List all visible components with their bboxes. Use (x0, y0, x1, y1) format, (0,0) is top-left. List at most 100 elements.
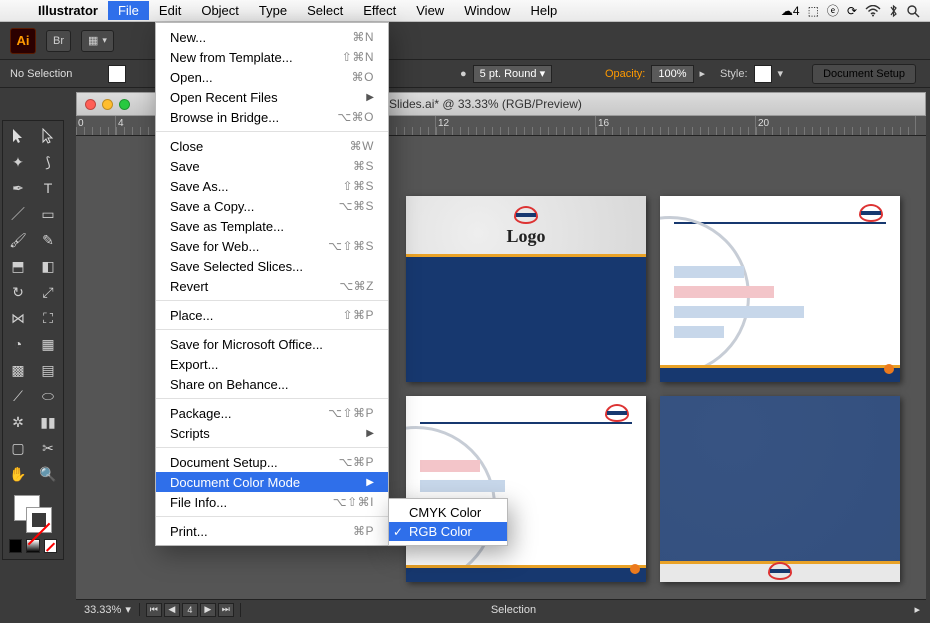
style-swatch[interactable] (754, 65, 772, 83)
free-transform-tool[interactable]: ⛶ (33, 305, 63, 331)
menu-item-close[interactable]: Close⌘W (156, 136, 388, 156)
menu-item-file-info[interactable]: File Info...⌥⇧⌘I (156, 492, 388, 512)
wifi-icon[interactable] (865, 5, 881, 17)
menu-item-document-color-mode[interactable]: Document Color Mode▶ (156, 472, 388, 492)
app-name[interactable]: Illustrator (28, 3, 108, 18)
menu-item-new[interactable]: New...⌘N (156, 27, 388, 47)
menubar-view[interactable]: View (406, 1, 454, 20)
lasso-tool[interactable]: ⟆ (33, 149, 63, 175)
width-tool[interactable]: ⋈ (3, 305, 33, 331)
dropbox-icon[interactable]: ⬚ (808, 4, 819, 18)
magic-wand-tool[interactable]: ✦ (3, 149, 33, 175)
mesh-tool[interactable]: ▩ (3, 357, 33, 383)
current-tool-label: Selection (491, 604, 536, 616)
line-tool[interactable]: ／ (3, 201, 33, 227)
menubar-window[interactable]: Window (454, 1, 520, 20)
bluetooth-icon[interactable] (889, 4, 898, 18)
first-artboard-button[interactable]: ⏮ (146, 603, 162, 617)
cc-icon[interactable]: ☁4 (781, 4, 800, 18)
menu-item-revert[interactable]: Revert⌥⌘Z (156, 276, 388, 296)
menu-item-document-setup[interactable]: Document Setup...⌥⌘P (156, 452, 388, 472)
submenu-item-rgb-color[interactable]: ✓RGB Color (389, 522, 507, 541)
artboard-4[interactable] (660, 396, 900, 582)
menu-item-package[interactable]: Package...⌥⇧⌘P (156, 403, 388, 423)
artboard-3[interactable] (406, 396, 646, 582)
arrange-button[interactable]: ▦▾ (81, 30, 114, 52)
menubar-status: ☁4 ⬚ ⓔ ⟳ (781, 2, 930, 19)
document-setup-button[interactable]: Document Setup (812, 64, 916, 84)
menu-item-export[interactable]: Export... (156, 354, 388, 374)
minimize-icon[interactable] (102, 99, 113, 110)
menu-item-share-on-behance[interactable]: Share on Behance... (156, 374, 388, 394)
maximize-icon[interactable] (119, 99, 130, 110)
type-tool[interactable]: T (33, 175, 63, 201)
menu-item-save-a-copy[interactable]: Save a Copy...⌥⌘S (156, 196, 388, 216)
eyedropper-tool[interactable]: ⟋ (3, 383, 33, 409)
slice-tool[interactable]: ✂ (33, 435, 63, 461)
pencil-tool[interactable]: ✎ (33, 227, 63, 253)
symbol-sprayer-tool[interactable]: ✲ (3, 409, 33, 435)
fill-stroke-control[interactable] (14, 495, 52, 533)
shape-builder-tool[interactable]: ◔ (3, 331, 33, 357)
next-artboard-button[interactable]: ▶ (200, 603, 216, 617)
bullet-icon: ● (460, 68, 467, 80)
submenu-item-cmyk-color[interactable]: CMYK Color (389, 503, 507, 522)
rotate-tool[interactable]: ↻ (3, 279, 33, 305)
menubar-edit[interactable]: Edit (149, 1, 191, 20)
menubar-file[interactable]: File (108, 1, 149, 20)
eraser-tool[interactable]: ◧ (33, 253, 63, 279)
stroke-swatch-tool[interactable] (26, 507, 52, 533)
blob-brush-tool[interactable]: ⬒ (3, 253, 33, 279)
menubar-select[interactable]: Select (297, 1, 353, 20)
rectangle-tool[interactable]: ▭ (33, 201, 63, 227)
style-dropdown-icon[interactable]: ▾ (778, 67, 784, 80)
close-icon[interactable] (85, 99, 96, 110)
sync-icon[interactable]: ⟳ (847, 4, 857, 18)
menu-item-open[interactable]: Open...⌘O (156, 67, 388, 87)
artboard-2[interactable] (660, 196, 900, 382)
opacity-field[interactable]: 100% (651, 65, 693, 83)
menubar-help[interactable]: Help (520, 1, 567, 20)
gradient-tool[interactable]: ▤ (33, 357, 63, 383)
menu-item-scripts[interactable]: Scripts▶ (156, 423, 388, 443)
scale-tool[interactable]: ⤢ (33, 279, 63, 305)
menu-item-save-selected-slices[interactable]: Save Selected Slices... (156, 256, 388, 276)
menu-item-save-for-web[interactable]: Save for Web...⌥⇧⌘S (156, 236, 388, 256)
stroke-profile-select[interactable]: 5 pt. Round ▾ (473, 65, 552, 83)
hand-tool[interactable]: ✋ (3, 461, 33, 487)
pen-tool[interactable]: ✒ (3, 175, 33, 201)
graph-tool[interactable]: ▮▮ (33, 409, 63, 435)
last-artboard-button[interactable]: ⏭ (218, 603, 234, 617)
evernote-icon[interactable]: ⓔ (827, 2, 839, 19)
direct-selection-tool[interactable] (33, 123, 63, 149)
menu-item-save-as[interactable]: Save As...⇧⌘S (156, 176, 388, 196)
color-mode-solid[interactable] (9, 539, 22, 553)
menu-item-print[interactable]: Print...⌘P (156, 521, 388, 541)
menu-item-place[interactable]: Place...⇧⌘P (156, 305, 388, 325)
menu-item-save-for-microsoft-office[interactable]: Save for Microsoft Office... (156, 334, 388, 354)
bridge-button[interactable]: Br (46, 30, 71, 52)
artboard-tool[interactable]: ▢ (3, 435, 33, 461)
zoom-tool[interactable]: 🔍 (33, 461, 63, 487)
menu-item-new-from-template[interactable]: New from Template...⇧⌘N (156, 47, 388, 67)
menubar-object[interactable]: Object (191, 1, 249, 20)
menu-item-save-as-template[interactable]: Save as Template... (156, 216, 388, 236)
blend-tool[interactable]: ⬭ (33, 383, 63, 409)
artboard-number-field[interactable]: 4 (182, 603, 198, 617)
spotlight-icon[interactable] (906, 4, 920, 18)
fill-swatch[interactable] (108, 65, 126, 83)
menubar-effect[interactable]: Effect (353, 1, 406, 20)
selection-tool[interactable] (3, 123, 33, 149)
artboard-1[interactable]: Logo (406, 196, 646, 382)
menu-item-save[interactable]: Save⌘S (156, 156, 388, 176)
prev-artboard-button[interactable]: ◀ (164, 603, 180, 617)
zoom-field[interactable]: 33.33% ▾ (76, 603, 140, 616)
paintbrush-tool[interactable]: 🖌 (3, 227, 33, 253)
menubar-type[interactable]: Type (249, 1, 297, 20)
scroll-right-icon[interactable]: ▸ (908, 603, 926, 616)
perspective-tool[interactable]: ▦ (33, 331, 63, 357)
menu-item-browse-in-bridge[interactable]: Browse in Bridge...⌥⌘O (156, 107, 388, 127)
opacity-dropdown-icon[interactable]: ▸ (700, 67, 706, 80)
menu-item-open-recent-files[interactable]: Open Recent Files▶ (156, 87, 388, 107)
color-mode-none[interactable] (44, 539, 57, 553)
